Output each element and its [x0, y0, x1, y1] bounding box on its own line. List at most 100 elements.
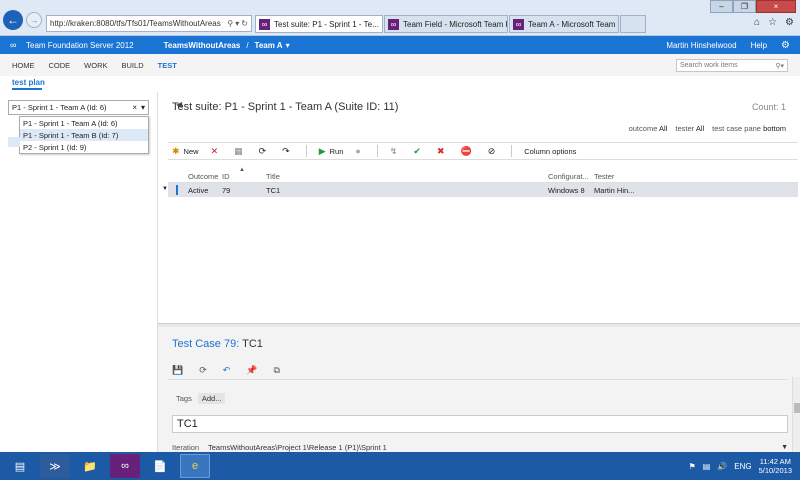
tab-team-a[interactable]: ∞ Team A - Microsoft Team Foundation	[509, 15, 619, 33]
menu-build[interactable]: BUILD	[122, 61, 144, 70]
block-button[interactable]: ⛔	[460, 146, 475, 157]
dropdown-option[interactable]: P2 - Sprint 1 (Id: 9)	[20, 141, 148, 153]
project-name[interactable]: TeamsWithoutAreas	[164, 41, 241, 50]
close-window-button[interactable]: ×	[756, 0, 796, 13]
user-name[interactable]: Martin Hinshelwood	[666, 41, 736, 50]
address-url: http://kraken:8080/tfs/Tfs01/TeamsWithou…	[50, 19, 221, 28]
table-row[interactable]: ▼ Active 79 TC1 Windows 8 Martin Hin...	[162, 183, 798, 197]
pass-button[interactable]: ✔	[413, 146, 425, 157]
help-link[interactable]: Help	[751, 41, 767, 50]
search-icon[interactable]: ⚲▾	[775, 62, 784, 70]
dropdown-option[interactable]: P1 - Sprint 1 - Team B (Id: 7)	[20, 129, 148, 141]
refresh-icon[interactable]: ↻	[241, 19, 248, 28]
outcome-filter-value[interactable]: All	[659, 124, 667, 133]
internet-explorer-icon[interactable]: e	[180, 454, 210, 478]
menu-test[interactable]: TEST	[158, 61, 177, 70]
outcome-filter-label: outcome	[628, 124, 658, 133]
visual-studio-icon[interactable]: ∞	[110, 454, 140, 478]
gear-icon[interactable]: ⚙	[785, 17, 794, 28]
run-options-button[interactable]: ●	[355, 146, 364, 156]
scroll-thumb[interactable]	[794, 403, 800, 413]
new-label: New	[183, 146, 199, 156]
row-context-arrow-icon[interactable]: ▼	[162, 186, 168, 192]
clear-icon[interactable]: ×	[132, 103, 137, 112]
address-bar[interactable]: http://kraken:8080/tfs/Tfs01/TeamsWithou…	[46, 15, 252, 32]
subnav-test-plan[interactable]: test plan	[12, 78, 45, 87]
product-name[interactable]: Team Foundation Server 2012	[26, 41, 134, 50]
column-outcome[interactable]: Outcome	[188, 172, 218, 181]
pane-filter-label: test case pane	[712, 124, 761, 133]
open-button[interactable]: ↷	[282, 146, 294, 157]
pane-filter-value[interactable]: bottom	[763, 124, 786, 133]
clock[interactable]: 11:42 AM 5/10/2013	[759, 457, 792, 475]
document-app-icon[interactable]: 📄	[145, 454, 175, 478]
home-icon[interactable]: ⌂	[754, 17, 760, 28]
new-tab-button[interactable]	[620, 15, 646, 33]
dropdown-icon[interactable]: ▾	[235, 19, 239, 28]
suite-tree-node[interactable]	[8, 137, 20, 147]
tab-test-suite[interactable]: ∞ Test suite: P1 - Sprint 1 - Te... ×	[255, 15, 383, 33]
copy-icon[interactable]: ⧉	[274, 365, 280, 376]
column-configuration[interactable]: Configurat...	[548, 172, 589, 181]
test-case-link[interactable]: Test Case 79:	[172, 338, 239, 350]
column-options-label: Column options	[524, 146, 577, 156]
column-options-button[interactable]: Column options	[524, 147, 576, 156]
team-name[interactable]: Team A	[255, 41, 283, 50]
server-manager-icon[interactable]: ▤	[5, 454, 35, 478]
restore-button[interactable]: ❐	[733, 0, 756, 13]
undo-icon[interactable]: ↶	[223, 365, 231, 376]
assign-button[interactable]: ▦	[234, 146, 247, 157]
add-tag-button[interactable]: Add...	[197, 393, 226, 404]
forward-button[interactable]: →	[26, 12, 42, 28]
menu-code[interactable]: CODE	[49, 61, 71, 70]
back-button[interactable]: ←	[3, 10, 23, 30]
run-button[interactable]: ▶ Run	[319, 146, 344, 157]
assign-icon: ▦	[234, 145, 243, 156]
search-placeholder: Search work items	[680, 62, 738, 69]
refresh-icon[interactable]: ⟳	[199, 365, 207, 376]
volume-icon[interactable]: 🔊	[717, 462, 727, 471]
pass-check-icon: ✔	[413, 145, 421, 156]
pin-icon[interactable]: 📌	[246, 365, 257, 376]
dropdown-option[interactable]: P1 - Sprint 1 - Team A (Id: 6)	[20, 117, 148, 129]
menu-work[interactable]: WORK	[84, 61, 107, 70]
row-selection-marker	[176, 185, 178, 195]
scrollbar[interactable]	[792, 377, 800, 452]
back-arrow-icon: ←	[7, 13, 19, 27]
not-applicable-button[interactable]: ⊘	[488, 146, 500, 157]
iteration-field[interactable]: TeamsWithoutAreas\Project 1\Release 1 (P…	[208, 443, 781, 452]
grid-header: Outcome ID ▲ Title Configurat... Tester	[168, 167, 798, 183]
column-id[interactable]: ID	[222, 172, 230, 181]
remove-button[interactable]: ✕	[211, 146, 223, 157]
minimize-button[interactable]: –	[710, 0, 733, 13]
language-indicator[interactable]: ENG	[734, 462, 751, 471]
team-dropdown-icon[interactable]: ▾	[286, 41, 290, 50]
new-button[interactable]: ✱ New	[172, 146, 199, 157]
chevron-down-icon[interactable]: ▾	[141, 103, 145, 112]
test-case-toolbar: 💾 ⟳ ↶ 📌 ⧉	[172, 365, 280, 376]
tab-close-icon[interactable]: ×	[379, 20, 383, 29]
tab-team-field[interactable]: ∞ Team Field - Microsoft Team F...	[384, 15, 508, 33]
refresh-button[interactable]: ⟳	[259, 146, 271, 157]
fail-button[interactable]: ✖	[437, 146, 449, 157]
settings-gear-icon[interactable]: ⚙	[781, 40, 790, 51]
not-applicable-icon: ⊘	[487, 145, 496, 156]
column-title[interactable]: Title	[266, 172, 280, 181]
file-explorer-icon[interactable]: 📁	[75, 454, 105, 478]
column-tester[interactable]: Tester	[594, 172, 614, 181]
powershell-icon[interactable]: ≫	[40, 454, 70, 478]
cell-outcome: Active	[188, 185, 209, 195]
left-panel: P1 - Sprint 1 - Team A (Id: 6) × ▾ P1 - …	[0, 92, 158, 452]
menu-home[interactable]: HOME	[12, 61, 35, 70]
reset-button[interactable]: ↯	[390, 146, 402, 157]
search-work-items-input[interactable]: Search work items ⚲▾	[676, 59, 788, 72]
tester-filter-value[interactable]: All	[696, 124, 704, 133]
save-icon[interactable]: 💾	[172, 365, 183, 376]
flag-icon[interactable]: ⚑	[689, 462, 696, 471]
chevron-down-icon[interactable]: ▼	[781, 444, 788, 451]
search-icon[interactable]: ⚲	[227, 19, 233, 28]
title-field[interactable]: TC1	[172, 415, 788, 433]
favorites-star-icon[interactable]: ☆	[768, 17, 777, 28]
network-icon[interactable]: ▤	[703, 462, 711, 471]
test-plan-select[interactable]: P1 - Sprint 1 - Team A (Id: 6) × ▾	[8, 100, 149, 115]
